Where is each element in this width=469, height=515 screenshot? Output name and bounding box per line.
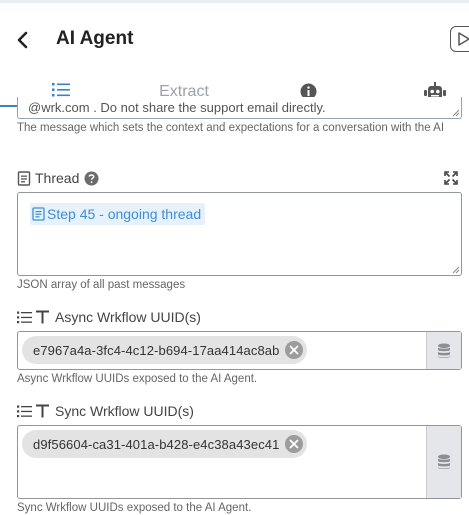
- system-message-textarea[interactable]: @wrk.com . Do not share the support emai…: [17, 97, 462, 119]
- back-icon: [17, 31, 28, 49]
- async-uuid-value: e7967a4a-3fc4-4c12-b694-17aa414ac8ab: [33, 342, 280, 358]
- database-icon: [438, 343, 450, 358]
- async-label-row: Async Wrkflow UUID(s): [17, 307, 201, 327]
- thread-help: JSON array of all past messages: [17, 279, 186, 291]
- top-divider: [0, 0, 469, 3]
- thread-label: Thread: [35, 170, 80, 186]
- close-icon: [290, 439, 299, 449]
- expand-button[interactable]: [444, 171, 458, 190]
- async-uuid-input[interactable]: e7967a4a-3fc4-4c12-b694-17aa414ac8ab: [17, 331, 462, 370]
- sync-uuid-input[interactable]: d9f56604-ca31-401a-b428-e4c38a43ec41: [17, 425, 462, 499]
- close-icon: [290, 345, 299, 355]
- thread-label-row: Thread: [17, 168, 103, 188]
- document-icon: [32, 207, 45, 221]
- thread-input[interactable]: Step 45 - ongoing thread: [17, 192, 462, 276]
- system-message-help: The message which sets the context and e…: [17, 122, 445, 134]
- text-type-icon: [36, 310, 49, 324]
- sync-label-row: Sync Wrkflow UUID(s): [17, 401, 194, 421]
- run-button[interactable]: [450, 26, 469, 52]
- async-uuid-chip: e7967a4a-3fc4-4c12-b694-17aa414ac8ab: [22, 336, 308, 364]
- remove-sync-uuid-button[interactable]: [285, 435, 304, 453]
- sync-help: Sync Wrkflow UUIDs exposed to the AI Age…: [17, 502, 252, 514]
- sync-label: Sync Wrkflow UUID(s): [55, 403, 194, 419]
- resize-handle-icon[interactable]: [452, 266, 460, 274]
- list-icon: [17, 405, 32, 418]
- async-variable-picker[interactable]: [426, 332, 461, 369]
- panel-header: AI Agent: [0, 22, 469, 60]
- sync-variable-picker[interactable]: [426, 426, 461, 498]
- sync-uuid-chip: d9f56604-ca31-401a-b428-e4c38a43ec41: [22, 430, 308, 458]
- text-type-icon: [36, 404, 49, 418]
- expand-icon: [444, 171, 458, 185]
- document-icon: [17, 170, 31, 186]
- resize-handle-icon[interactable]: [452, 109, 460, 117]
- page-title: AI Agent: [56, 28, 134, 49]
- back-button[interactable]: [14, 28, 32, 52]
- remove-async-uuid-button[interactable]: [285, 341, 304, 359]
- async-help: Async Wrkflow UUIDs exposed to the AI Ag…: [17, 373, 258, 385]
- play-icon: [458, 32, 469, 46]
- list-icon: [52, 83, 70, 97]
- async-label: Async Wrkflow UUID(s): [55, 309, 201, 325]
- sync-uuid-value: d9f56604-ca31-401a-b428-e4c38a43ec41: [33, 436, 280, 452]
- database-icon: [438, 454, 450, 469]
- list-icon: [17, 311, 32, 324]
- help-icon[interactable]: [84, 171, 99, 186]
- thread-chip-label: Step 45 - ongoing thread: [47, 206, 202, 222]
- system-message-value: @wrk.com . Do not share the support emai…: [28, 100, 326, 115]
- thread-chip[interactable]: Step 45 - ongoing thread: [30, 203, 206, 225]
